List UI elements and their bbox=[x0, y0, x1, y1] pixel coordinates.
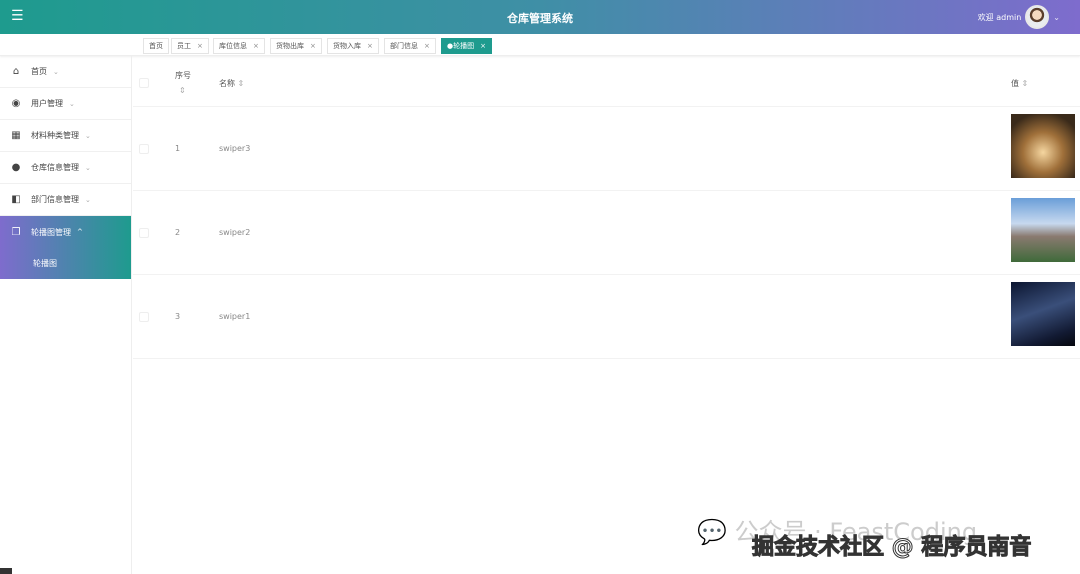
sidebar-item-label: 材料种类管理 bbox=[31, 131, 79, 140]
row-index: 2 bbox=[175, 228, 181, 237]
avatar[interactable] bbox=[1025, 5, 1050, 29]
sidebar-item-label: 用户管理 bbox=[31, 99, 63, 108]
close-icon[interactable]: × bbox=[197, 42, 203, 50]
copy-icon: ❐ bbox=[11, 226, 21, 238]
table-row: 1 swiper3 bbox=[133, 107, 1080, 191]
chevron-down-icon: ⌄ bbox=[1053, 12, 1060, 22]
wechat-icon: 💬 bbox=[697, 518, 727, 546]
close-icon[interactable]: × bbox=[424, 42, 430, 50]
chevron-up-icon: ^ bbox=[77, 228, 83, 236]
chevron-down-icon: ⌄ bbox=[85, 195, 91, 204]
sidebar-item-materials[interactable]: ▦ 材料种类管理 ⌄ bbox=[0, 120, 131, 152]
building-icon: ▦ bbox=[11, 130, 21, 141]
tab-label: 部门信息 bbox=[390, 42, 418, 50]
tab-department[interactable]: 部门信息 × bbox=[384, 38, 436, 54]
tab-label: 员工 bbox=[177, 42, 191, 50]
drop-icon: ● bbox=[11, 162, 21, 173]
corner-marker bbox=[0, 568, 12, 574]
tab-bar: 首页 员工 × 库位信息 × 货物出库 × 货物入库 × 部门信息 × ●轮播图 × bbox=[0, 36, 1080, 56]
carousel-table: 序号 ⇕ 名称 ⇕ 值 ⇕ 1 swiper3 2 swiper2 3 swip… bbox=[133, 62, 1080, 359]
table-header: 序号 ⇕ 名称 ⇕ 值 ⇕ bbox=[133, 62, 1080, 107]
table-row: 2 swiper2 bbox=[133, 191, 1080, 275]
close-icon[interactable]: × bbox=[253, 42, 259, 50]
carousel-image[interactable] bbox=[1011, 198, 1075, 262]
tab-outbound[interactable]: 货物出库 × bbox=[270, 38, 322, 54]
row-name: swiper3 bbox=[219, 144, 251, 153]
row-name: swiper2 bbox=[219, 228, 251, 237]
row-index: 3 bbox=[175, 312, 181, 321]
row-checkbox[interactable] bbox=[139, 312, 149, 322]
close-icon[interactable]: × bbox=[480, 42, 486, 50]
welcome-text: 欢迎 admin bbox=[977, 12, 1022, 22]
tab-label: ●轮播图 bbox=[447, 42, 475, 50]
header-value-label: 值 bbox=[1011, 79, 1019, 88]
tab-home[interactable]: 首页 bbox=[143, 38, 169, 54]
tab-employee[interactable]: 员工 × bbox=[171, 38, 209, 54]
top-header: ☰ 仓库管理系统 欢迎 admin ⌄ bbox=[0, 0, 1080, 34]
tab-label: 货物入库 bbox=[333, 42, 361, 50]
select-all-checkbox[interactable] bbox=[139, 78, 149, 88]
header-name[interactable]: 名称 ⇕ bbox=[219, 78, 244, 89]
sidebar-item-label: 首页 bbox=[31, 67, 47, 76]
sidebar-item-home[interactable]: ⌂ 首页 ⌄ bbox=[0, 56, 131, 88]
user-icon: ◉ bbox=[11, 98, 21, 109]
tab-inbound[interactable]: 货物入库 × bbox=[327, 38, 379, 54]
chevron-down-icon: ⌄ bbox=[69, 99, 75, 108]
sidebar-item-label: 仓库信息管理 bbox=[31, 163, 79, 172]
watermark-juejin: 掘金技术社区 @ 程序员南音 bbox=[751, 535, 1032, 561]
header-index[interactable]: 序号 bbox=[175, 70, 191, 81]
tab-location[interactable]: 库位信息 × bbox=[213, 38, 265, 54]
sidebar-subitem-carousel[interactable]: 轮播图 bbox=[0, 248, 131, 279]
tab-label: 首页 bbox=[149, 42, 163, 50]
sort-icon: ⇕ bbox=[237, 79, 245, 88]
carousel-image[interactable] bbox=[1011, 114, 1075, 178]
chevron-down-icon: ⌄ bbox=[85, 163, 91, 172]
sidebar-item-department[interactable]: ◧ 部门信息管理 ⌄ bbox=[0, 184, 131, 216]
row-checkbox[interactable] bbox=[139, 228, 149, 238]
close-icon[interactable]: × bbox=[310, 42, 316, 50]
sidebar-item-label: 部门信息管理 bbox=[31, 195, 79, 204]
header-value[interactable]: 值 ⇕ bbox=[1011, 78, 1028, 89]
sidebar-item-warehouse[interactable]: ● 仓库信息管理 ⌄ bbox=[0, 152, 131, 184]
panel-icon: ◧ bbox=[11, 194, 21, 205]
close-icon[interactable]: × bbox=[367, 42, 373, 50]
table-row: 3 swiper1 bbox=[133, 275, 1080, 359]
carousel-image[interactable] bbox=[1011, 282, 1075, 346]
chevron-down-icon: ⌄ bbox=[53, 67, 59, 76]
sort-icon: ⇕ bbox=[1021, 79, 1029, 88]
sort-icon[interactable]: ⇕ bbox=[179, 86, 186, 95]
sidebar-item-carousel[interactable]: ❐ 轮播图管理 ^ bbox=[0, 216, 131, 248]
row-checkbox[interactable] bbox=[139, 144, 149, 154]
row-name: swiper1 bbox=[219, 312, 251, 321]
app-title: 仓库管理系统 bbox=[507, 12, 573, 25]
sidebar-item-users[interactable]: ◉ 用户管理 ⌄ bbox=[0, 88, 131, 120]
row-index: 1 bbox=[175, 144, 181, 153]
tab-carousel[interactable]: ●轮播图 × bbox=[441, 38, 492, 54]
user-menu[interactable]: 欢迎 admin ⌄ bbox=[978, 5, 1060, 29]
sidebar-item-label: 轮播图管理 bbox=[31, 227, 71, 237]
tab-label: 货物出库 bbox=[276, 42, 304, 50]
chevron-down-icon: ⌄ bbox=[85, 131, 91, 140]
header-name-label: 名称 bbox=[219, 79, 235, 88]
tab-label: 库位信息 bbox=[219, 42, 247, 50]
home-icon: ⌂ bbox=[12, 66, 20, 77]
sidebar: ⌂ 首页 ⌄ ◉ 用户管理 ⌄ ▦ 材料种类管理 ⌄ ● 仓库信息管理 ⌄ ◧ 部门信息管理 ⌄ ❐… bbox=[0, 56, 132, 574]
